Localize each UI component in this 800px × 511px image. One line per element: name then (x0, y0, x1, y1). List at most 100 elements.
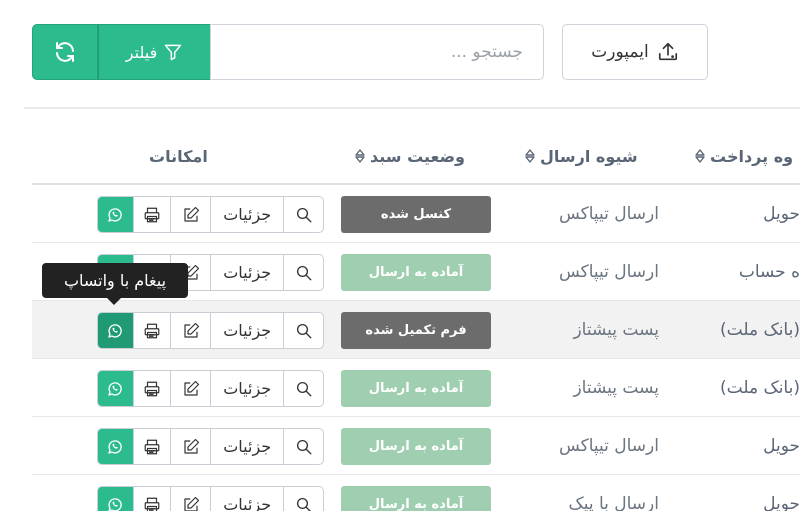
refresh-button[interactable] (32, 24, 98, 80)
edit-icon (184, 322, 199, 338)
filter-button[interactable]: فیلتر (98, 24, 211, 80)
edit-button[interactable] (171, 429, 212, 464)
edit-icon (184, 496, 199, 511)
payment-cell: (بانک ملت) (720, 320, 800, 340)
row-actions: جزئیات (97, 312, 324, 349)
whatsapp-icon (108, 497, 123, 511)
details-label: جزئیات (223, 205, 272, 224)
status-badge: کنسل شده (341, 196, 491, 233)
whatsapp-icon (108, 381, 123, 396)
sort-icon (354, 148, 366, 164)
search-icon (296, 497, 312, 511)
table-row: حویل ارسال تیپاکس کنسل شده جزئیات (32, 185, 800, 243)
header-cart-status[interactable]: وضعیت سبد (350, 144, 465, 168)
print-button[interactable] (134, 429, 172, 464)
tooltip-text: پیغام با واتساپ (63, 271, 167, 290)
payment-cell: حویل (763, 204, 800, 224)
header-actions-label: امکانات (149, 146, 208, 166)
details-button[interactable]: جزئیات (211, 487, 285, 511)
header-shipping[interactable]: شیوه ارسال (520, 144, 638, 168)
search-icon (296, 265, 312, 280)
upload-icon (658, 42, 677, 61)
search-icon (296, 381, 312, 396)
details-label: جزئیات (223, 263, 272, 282)
edit-button[interactable] (171, 313, 212, 348)
table-row: (بانک ملت) پست پیشتاز آماده به ارسال جزئ… (32, 359, 800, 417)
edit-button[interactable] (171, 197, 212, 232)
search-icon (296, 323, 312, 338)
print-button[interactable] (134, 487, 172, 511)
printer-icon (144, 439, 160, 454)
table-row: حویل ارسال با پیک آماده به ارسال جزئیات (32, 475, 800, 511)
view-button[interactable] (284, 313, 323, 348)
search-field[interactable] (210, 24, 544, 80)
view-button[interactable] (284, 371, 323, 406)
status-badge: آماده به ارسال (341, 370, 491, 407)
whatsapp-tooltip: پیغام با واتساپ (42, 263, 188, 305)
status-badge: آماده به ارسال (341, 254, 491, 291)
row-actions: جزئیات (97, 486, 324, 511)
payment-cell: (بانک ملت) (720, 378, 800, 398)
whatsapp-button[interactable] (98, 313, 134, 348)
details-label: جزئیات (223, 379, 272, 398)
details-label: جزئیات (223, 437, 272, 456)
row-actions: جزئیات (97, 428, 324, 465)
refresh-icon (56, 42, 74, 62)
search-input[interactable] (231, 42, 523, 62)
edit-icon (184, 380, 199, 396)
search-icon (296, 207, 312, 222)
filter-label: فیلتر (125, 42, 158, 62)
status-badge: آماده به ارسال (341, 486, 491, 511)
row-actions: جزئیات (97, 370, 324, 407)
whatsapp-button[interactable] (98, 429, 134, 464)
printer-icon (144, 381, 160, 396)
header-payment-label: وه پرداخت (710, 146, 794, 166)
import-button[interactable]: ایمپورت (562, 24, 708, 80)
view-button[interactable] (284, 255, 323, 290)
sort-icon (524, 148, 536, 164)
print-button[interactable] (134, 313, 172, 348)
whatsapp-icon (108, 323, 123, 338)
table-row: (بانک ملت) پست پیشتاز فرم تکمیل شده جزئی… (32, 301, 800, 359)
import-label: ایمپورت (591, 42, 649, 62)
table-row: حویل ارسال تیپاکس آماده به ارسال جزئیات (32, 417, 800, 475)
print-button[interactable] (134, 197, 172, 232)
details-label: جزئیات (223, 495, 272, 511)
header-payment[interactable]: وه پرداخت (690, 144, 793, 168)
whatsapp-icon (108, 439, 123, 454)
toolbar-divider (24, 107, 800, 109)
funnel-icon (164, 44, 182, 61)
whatsapp-button[interactable] (98, 197, 134, 232)
details-button[interactable]: جزئیات (211, 371, 285, 406)
details-button[interactable]: جزئیات (211, 429, 285, 464)
print-button[interactable] (134, 371, 172, 406)
edit-button[interactable] (171, 487, 212, 511)
view-button[interactable] (284, 487, 323, 511)
sort-icon (694, 148, 706, 164)
edit-button[interactable] (171, 371, 212, 406)
view-button[interactable] (284, 429, 323, 464)
header-actions: امکانات (149, 144, 208, 168)
details-button[interactable]: جزئیات (211, 197, 285, 232)
whatsapp-button[interactable] (98, 487, 134, 511)
edit-icon (184, 206, 199, 222)
payment-cell: حویل (763, 494, 800, 511)
edit-icon (184, 438, 199, 454)
whatsapp-button[interactable] (98, 371, 134, 406)
printer-icon (144, 323, 160, 338)
printer-icon (144, 207, 160, 222)
payment-cell: ه حساب (738, 262, 800, 282)
details-button[interactable]: جزئیات (211, 255, 285, 290)
search-icon (296, 439, 312, 454)
printer-icon (144, 497, 160, 511)
details-label: جزئیات (223, 321, 272, 340)
whatsapp-icon (108, 207, 123, 222)
header-shipping-label: شیوه ارسال (540, 146, 638, 166)
details-button[interactable]: جزئیات (211, 313, 285, 348)
header-cart-status-label: وضعیت سبد (370, 146, 465, 166)
payment-cell: حویل (763, 436, 800, 456)
status-badge: آماده به ارسال (341, 428, 491, 465)
status-badge: فرم تکمیل شده (341, 312, 491, 349)
view-button[interactable] (284, 197, 323, 232)
row-actions: جزئیات (97, 196, 324, 233)
